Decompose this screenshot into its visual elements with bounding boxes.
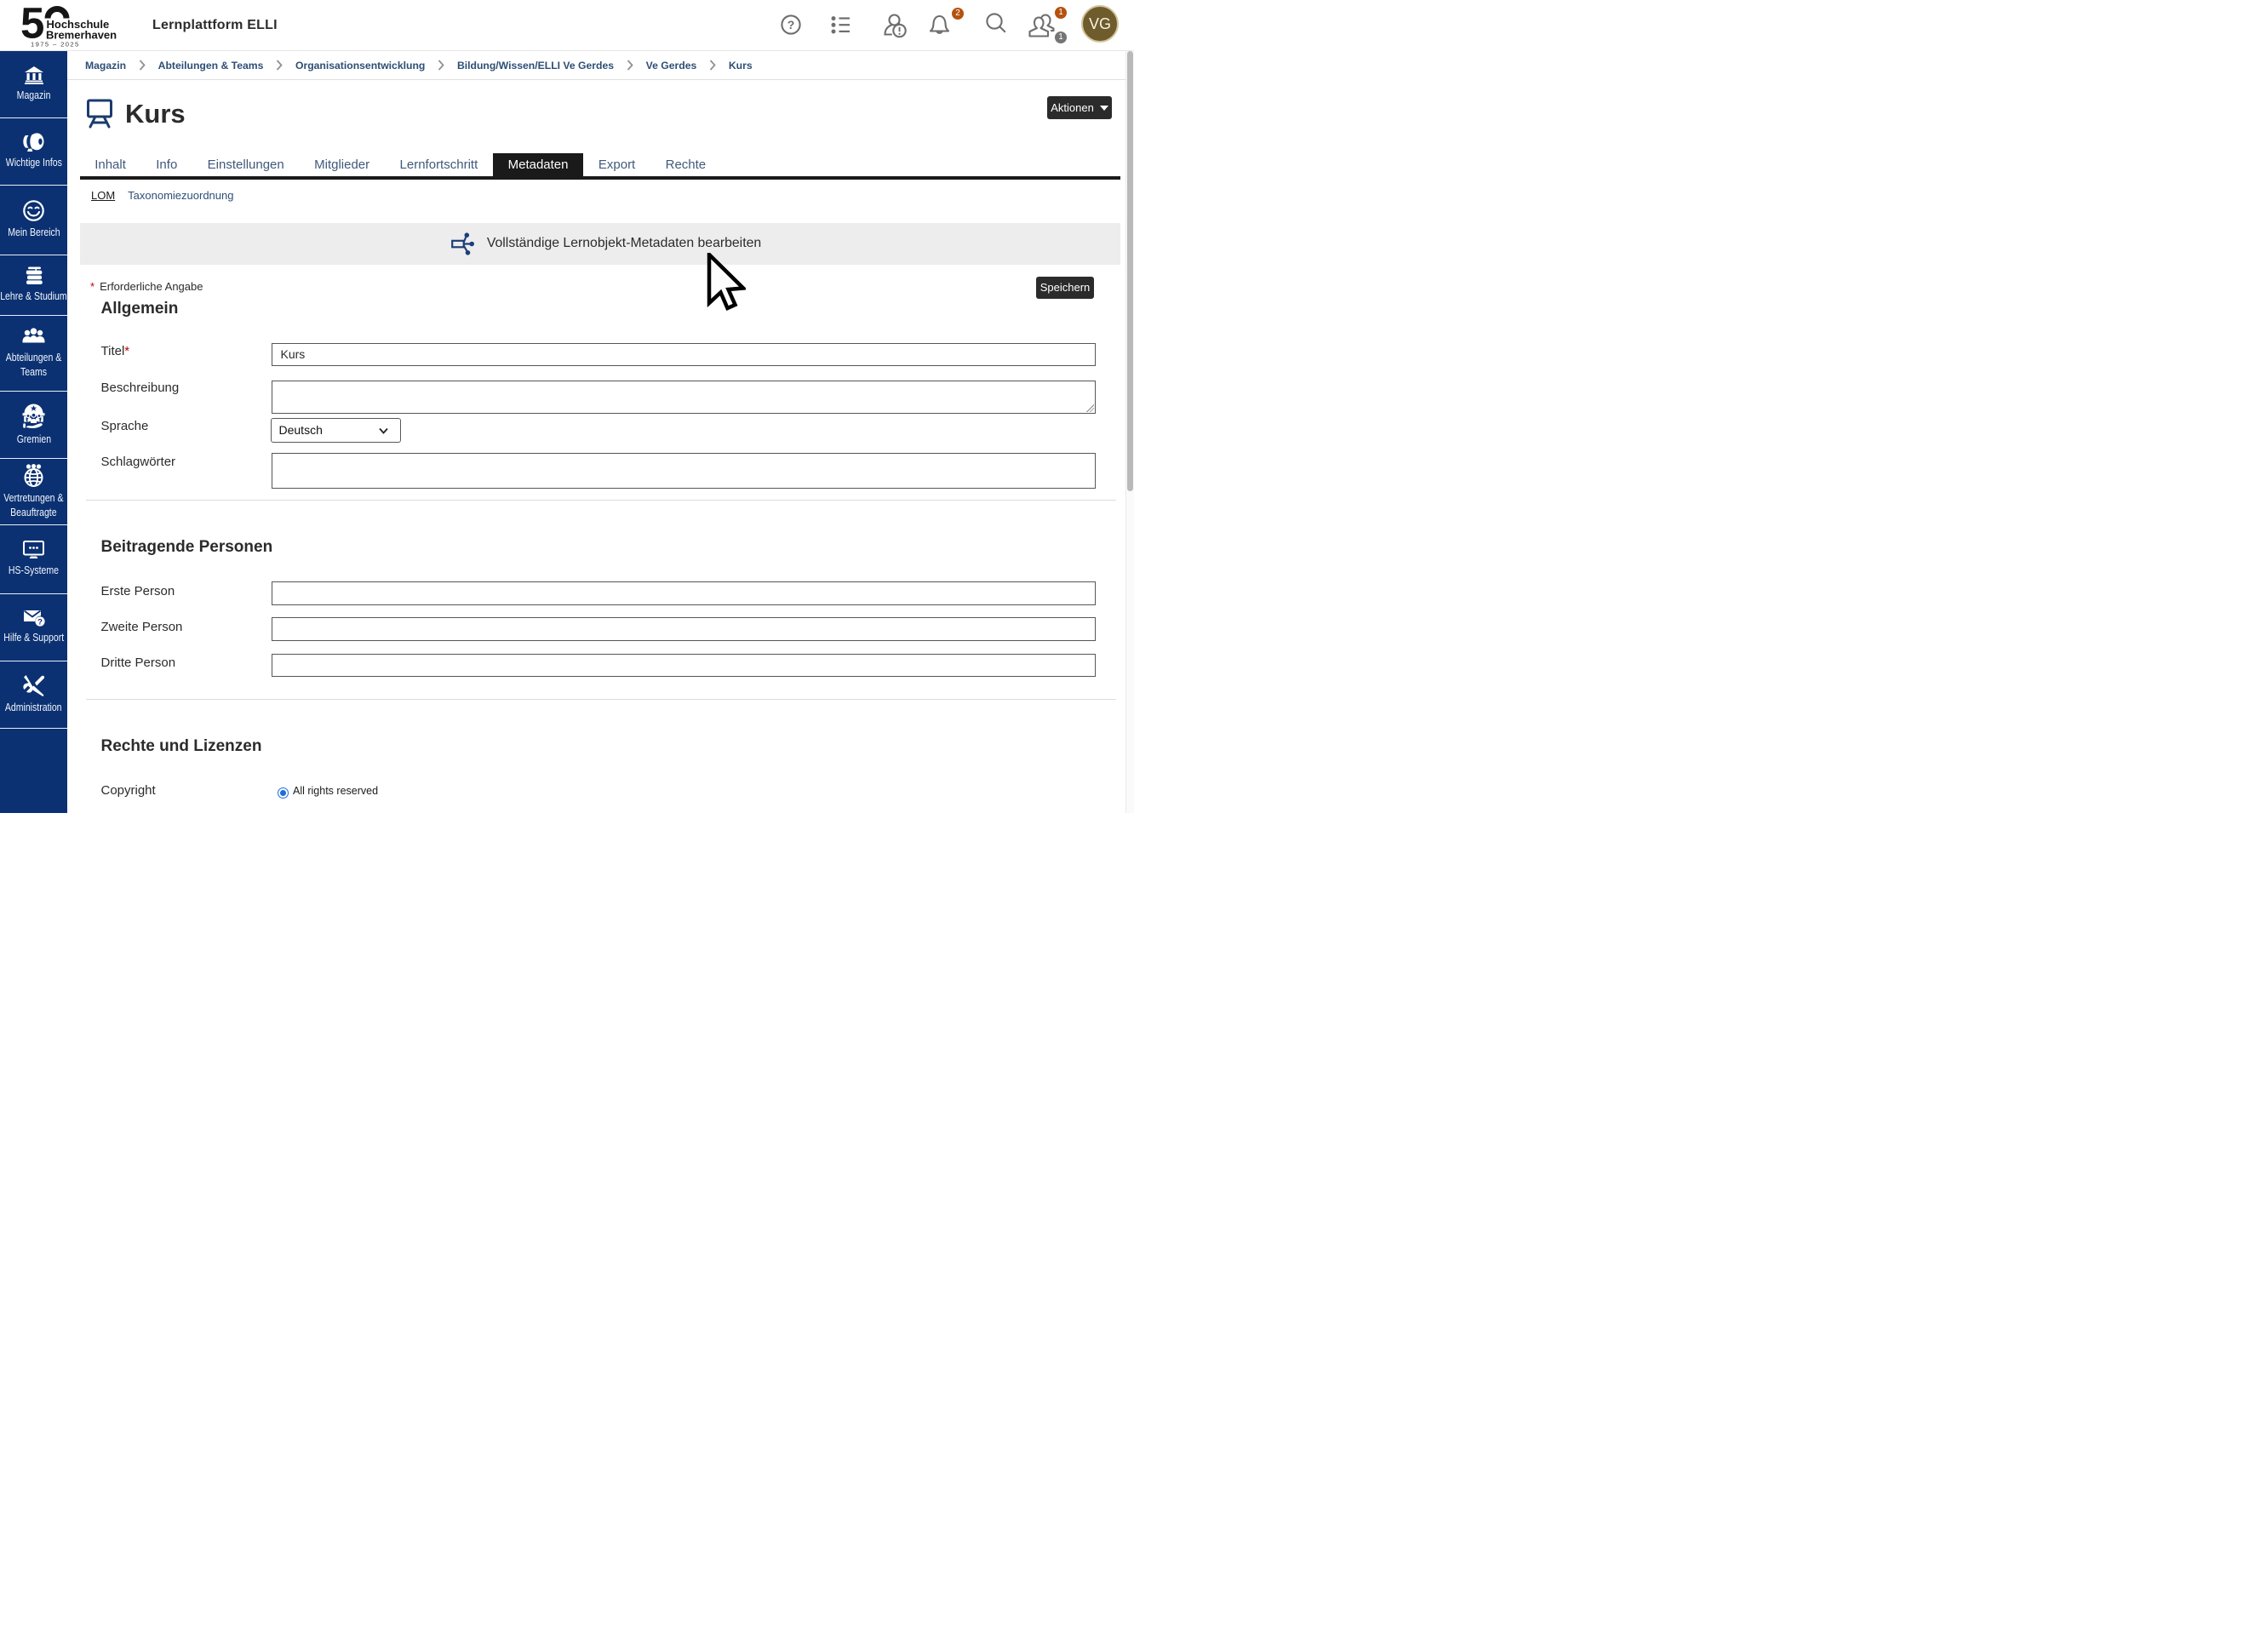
svg-text:?: ? — [788, 18, 795, 31]
svg-text:?: ? — [37, 618, 43, 627]
svg-text:Bremerhaven: Bremerhaven — [46, 29, 117, 42]
svg-text:1975 – 2025: 1975 – 2025 — [31, 41, 80, 49]
